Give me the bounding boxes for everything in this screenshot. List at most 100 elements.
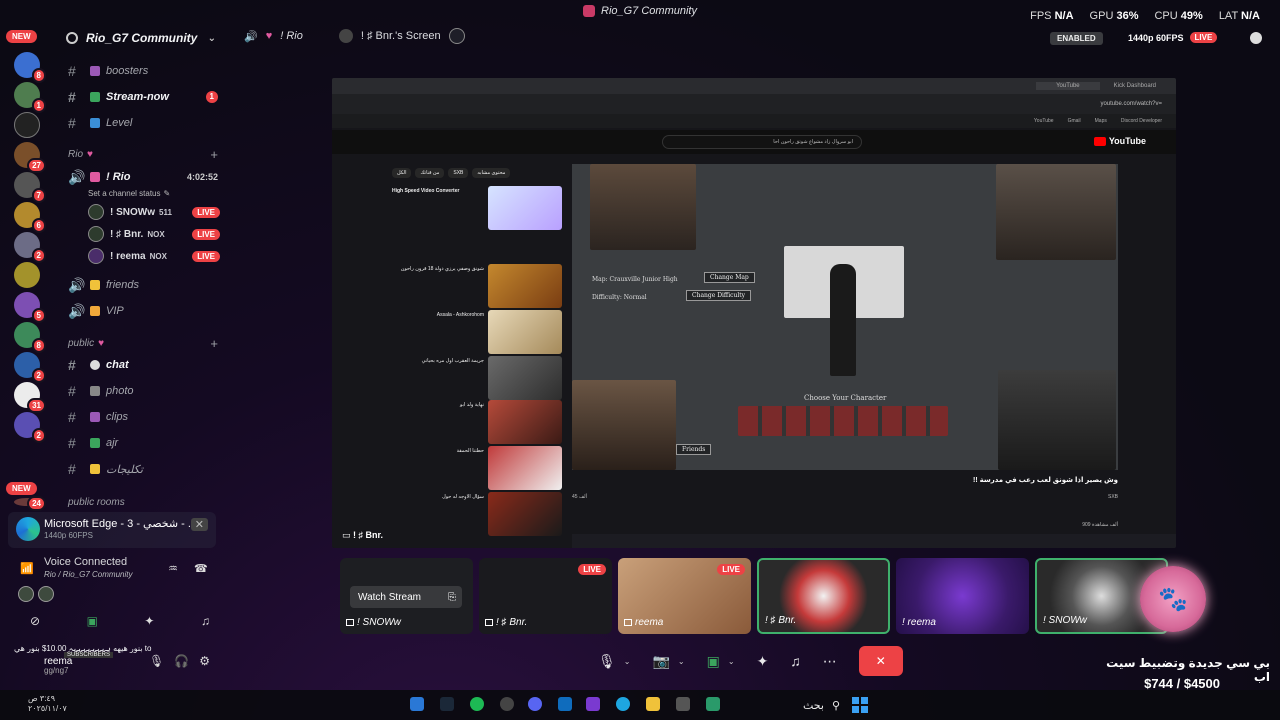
server-icon[interactable]: 6 xyxy=(14,202,46,233)
channel-label: boosters xyxy=(106,65,149,77)
server-icon[interactable]: 5 xyxy=(14,292,46,323)
edge-icon[interactable] xyxy=(616,697,630,711)
noise-suppression-icon[interactable]: ♒ xyxy=(168,562,178,575)
app-taskbar-icon[interactable] xyxy=(676,697,690,711)
steam-icon[interactable] xyxy=(440,697,454,711)
spotify-icon[interactable] xyxy=(470,697,484,711)
video-thumbnail xyxy=(488,310,562,354)
gear-icon[interactable]: ⚙ xyxy=(199,654,210,668)
channel-ajr[interactable]: # ajr xyxy=(68,432,218,454)
microphone-icon[interactable]: 🎙 xyxy=(598,653,616,670)
server-icon[interactable]: 2 xyxy=(14,352,46,383)
channel-chat[interactable]: # chat xyxy=(68,354,218,376)
outlook-icon[interactable] xyxy=(558,697,572,711)
stop-streaming-button[interactable]: ✕ xyxy=(190,518,208,531)
server-icon[interactable]: 7 xyxy=(14,172,46,203)
youtube-logo: YouTube xyxy=(1093,136,1146,146)
server-icon[interactable] xyxy=(14,262,40,288)
disconnect-button[interactable]: ✕ xyxy=(858,646,903,676)
camera-off-icon[interactable]: ⊘ xyxy=(30,614,40,628)
more-icon[interactable]: ⋯ xyxy=(823,653,837,670)
share-screen-icon[interactable]: ▣ xyxy=(707,653,720,670)
streaming-card[interactable]: Microsoft Edge - 3 - شخصي - ... 1440p 60… xyxy=(8,512,216,548)
set-status-link[interactable]: Set a channel status ✎ xyxy=(88,182,238,204)
chevron-down-icon[interactable]: ⌄ xyxy=(728,657,735,666)
add-channel-icon[interactable]: + xyxy=(210,336,218,351)
channel-level[interactable]: # Level xyxy=(68,112,218,134)
add-channel-icon[interactable]: + xyxy=(210,147,218,162)
channel-photo[interactable]: # photo xyxy=(68,380,218,402)
live-badge: LIVE xyxy=(717,564,745,575)
server-icon[interactable]: 31 xyxy=(14,382,46,413)
participant-tile[interactable]: LIVE ! ♯ Bnr. xyxy=(479,558,612,634)
headphones-icon[interactable]: 🎧 xyxy=(174,654,189,668)
watch-stream-button[interactable]: Watch Stream ⎘ xyxy=(350,586,462,608)
channel-stream-now[interactable]: # Stream-now 1 xyxy=(68,86,218,108)
os-taskbar: ٣:٤٩ ص ٢٠٢٥/١١/٠٧ بحث ⚲ xyxy=(0,690,1280,720)
hangup-icon: ✕ xyxy=(875,654,886,668)
obs-icon[interactable] xyxy=(500,697,514,711)
channel-boosters[interactable]: # boosters xyxy=(68,60,218,82)
camera-icon[interactable]: 📷 xyxy=(652,653,669,670)
server-icon[interactable]: 24 xyxy=(14,496,46,511)
share-screen-icon[interactable]: ▣ xyxy=(87,614,98,628)
disconnect-icon[interactable]: ☎ xyxy=(194,562,208,575)
category-rio[interactable]: Rio ♥ + xyxy=(68,146,218,162)
channel-clips-ar[interactable]: # تكليجات xyxy=(68,458,218,480)
voice-channel-vip[interactable]: 🔊 VIP xyxy=(68,300,218,322)
participant-tile[interactable]: ! ♯ Bnr. xyxy=(757,558,890,634)
new-badge: NEW xyxy=(6,30,37,43)
cpu-label: CPU xyxy=(1154,10,1178,22)
channel-label: friends xyxy=(106,279,140,291)
chat-icon[interactable] xyxy=(1250,32,1262,44)
edge-icon xyxy=(16,517,40,541)
participant-name: ! ♯ Bnr. xyxy=(496,617,528,628)
microphone-icon[interactable]: 🎙 xyxy=(149,654,164,668)
voice-channel-friends[interactable]: 🔊 friends xyxy=(68,274,218,296)
activities-icon[interactable]: ✦ xyxy=(757,653,769,670)
channel-clips[interactable]: # clips xyxy=(68,406,218,428)
participant-tile[interactable]: LIVE reema xyxy=(618,558,751,634)
app-taskbar-icon[interactable] xyxy=(586,697,600,711)
server-icon[interactable]: 1 xyxy=(14,82,46,113)
avatar xyxy=(38,586,54,602)
voice-header-channel[interactable]: ! Rio xyxy=(280,30,303,42)
server-header[interactable]: Rio_G7 Community ⌄ xyxy=(66,31,216,45)
lat-label: LAT xyxy=(1218,10,1238,22)
activities-icon[interactable]: ✦ xyxy=(144,614,154,628)
server-icon[interactable]: 8 xyxy=(14,52,46,83)
server-icon[interactable]: 2 xyxy=(14,232,46,263)
category-label: public rooms xyxy=(68,496,125,508)
avatar xyxy=(88,248,104,264)
voice-user[interactable]: ! SNOWw 511 LIVE xyxy=(88,202,220,222)
server-icon[interactable]: 27 xyxy=(14,142,46,173)
participant-tile[interactable]: ! reema xyxy=(896,558,1029,634)
heart-icon: ♥ xyxy=(87,148,93,160)
voice-user[interactable]: ! ♯ Bnr. NOX LIVE xyxy=(88,224,220,244)
video-thumbnail xyxy=(488,264,562,308)
heart-icon: ♥ xyxy=(265,30,273,42)
youtube-chips: الكل من قناتك SXB محتوى مشابه xyxy=(392,168,511,178)
video-player[interactable]: Map: Crauxville Junior High Difficulty: … xyxy=(572,164,1118,470)
server-icon[interactable]: 8 xyxy=(14,322,46,353)
participant-tile[interactable]: Watch Stream ⎘ ! SNOWw xyxy=(340,558,473,634)
folder-icon[interactable] xyxy=(646,697,660,711)
youtube-topbar: ابو سروال زاد مشواع شوتق راحون احا YouTu… xyxy=(332,130,1176,154)
app-taskbar-icon[interactable] xyxy=(410,697,424,711)
server-icon[interactable]: 2 xyxy=(14,412,46,443)
server-badge: 31 xyxy=(27,398,46,413)
chevron-down-icon[interactable]: ⌄ xyxy=(678,657,685,666)
server-icon[interactable] xyxy=(14,112,40,138)
category-public-rooms[interactable]: public rooms xyxy=(68,494,218,510)
screen-share-view[interactable]: YouTube Kick Dashboard youtube.com/watch?… xyxy=(332,78,1176,548)
taskbar-search[interactable]: بحث ⚲ xyxy=(760,696,840,714)
category-public[interactable]: public ♥ + xyxy=(68,335,218,351)
windows-start-icon[interactable] xyxy=(852,697,868,713)
hash-icon: # xyxy=(68,461,76,477)
soundboard-icon[interactable]: ♫ xyxy=(790,653,801,669)
discord-icon[interactable] xyxy=(528,697,542,711)
app-taskbar-icon[interactable] xyxy=(706,697,720,711)
chevron-down-icon[interactable]: ⌄ xyxy=(624,657,631,666)
voice-user[interactable]: ! reema NOX LIVE xyxy=(88,246,220,266)
soundboard-icon[interactable]: ♫ xyxy=(201,614,210,628)
